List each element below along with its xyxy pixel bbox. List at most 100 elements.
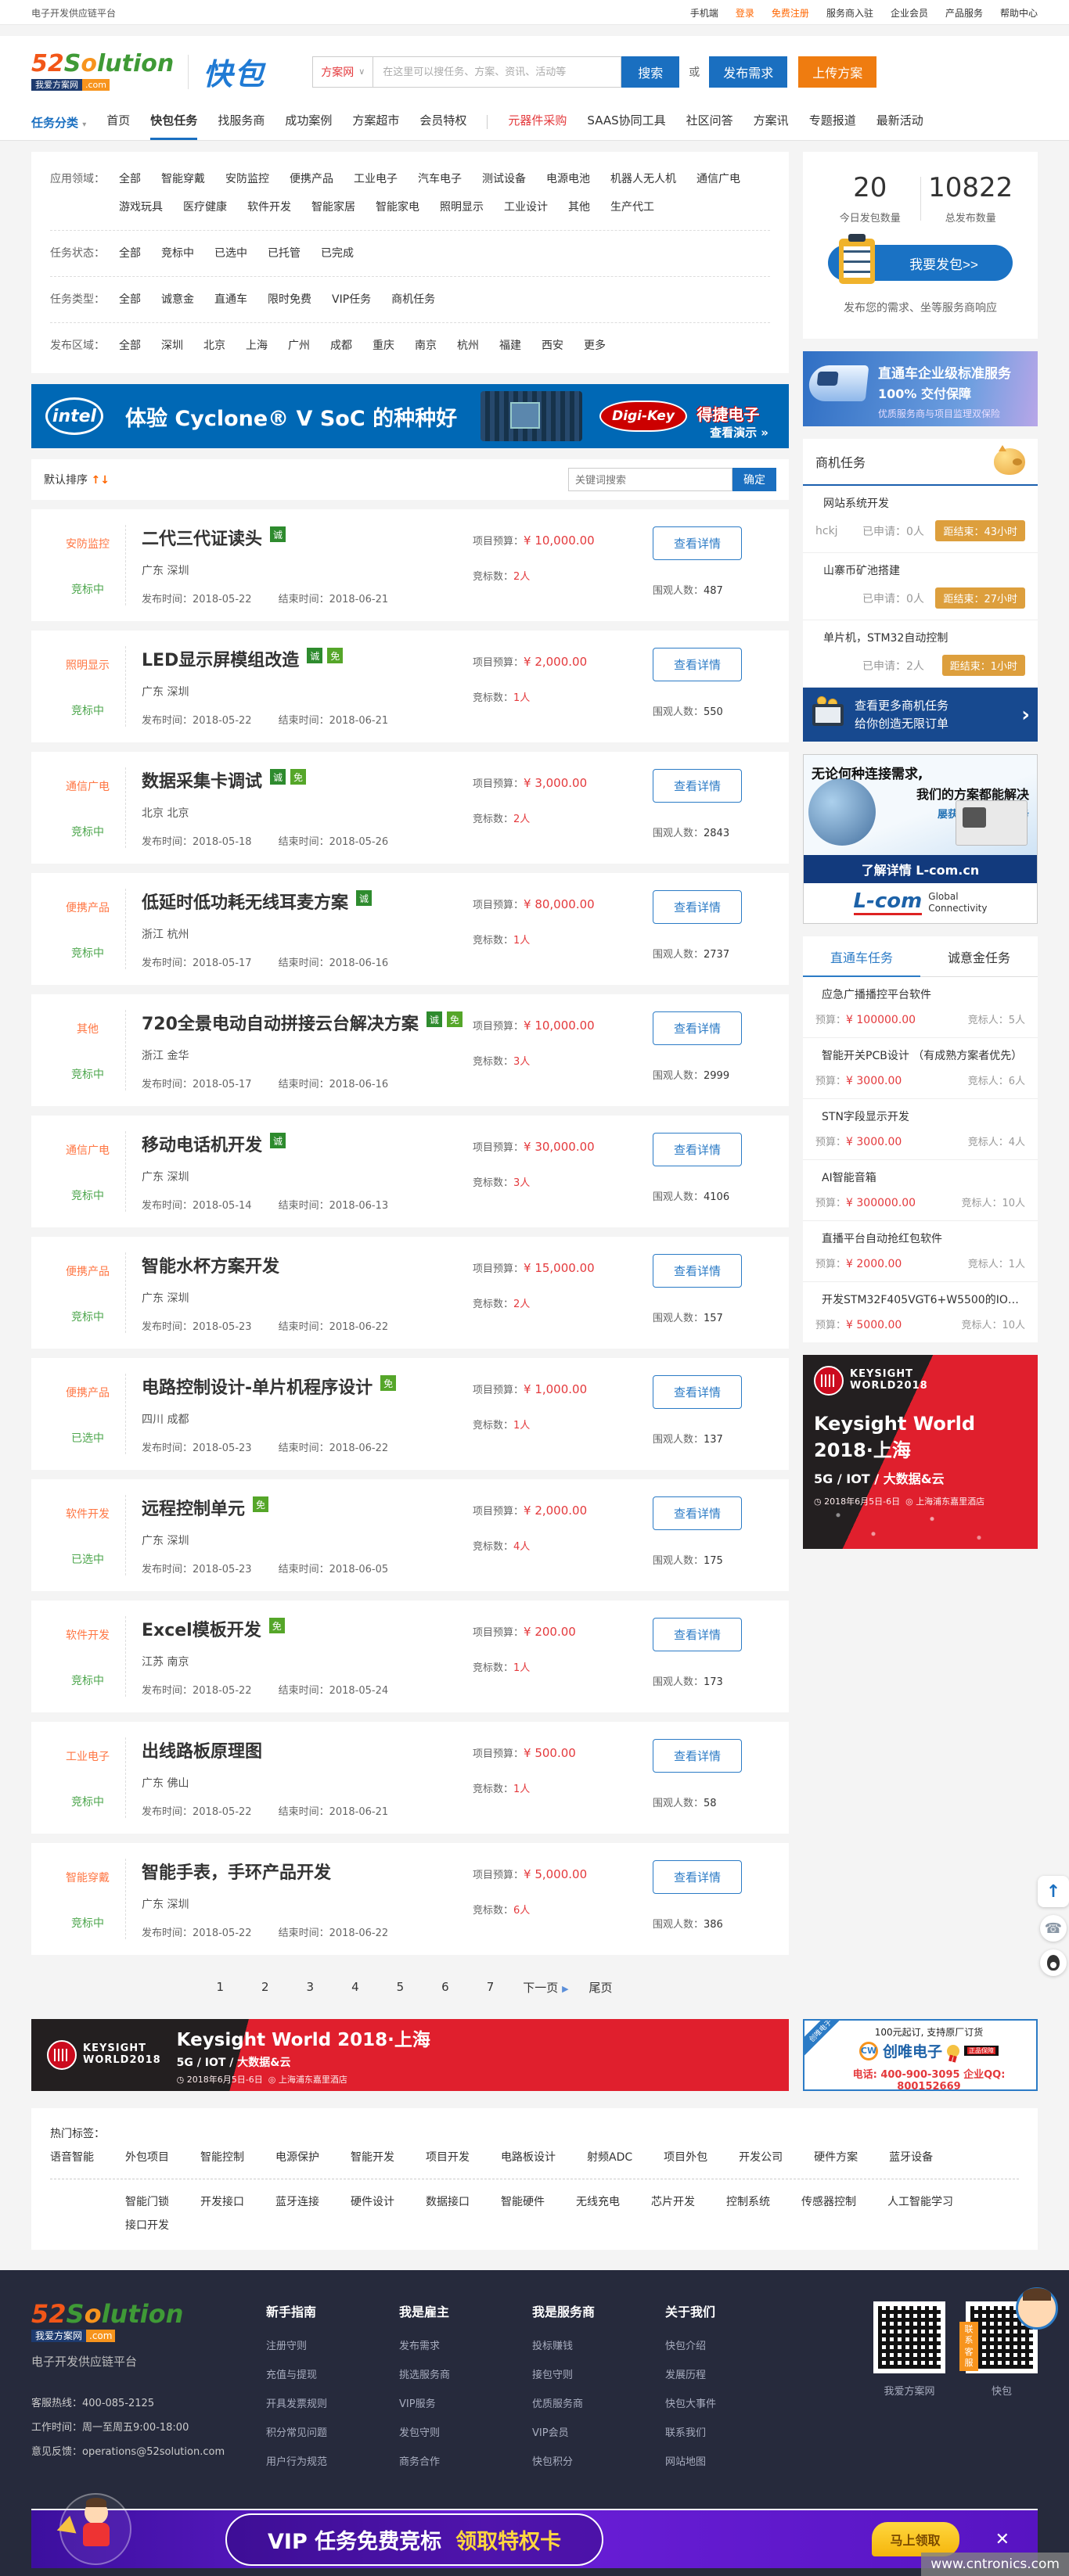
footer-link[interactable]: 用户行为规范 <box>266 2453 399 2468</box>
hot-tag[interactable]: 接口开发 <box>125 2217 169 2233</box>
task-title[interactable]: 720全景电动自动拼接云台解决方案 <box>142 1010 419 1035</box>
filter-option[interactable]: 全部 <box>119 243 141 264</box>
filter-option[interactable]: 深圳 <box>161 336 183 356</box>
hot-tag[interactable]: 电路板设计 <box>501 2149 556 2165</box>
tab-ztc-tasks[interactable]: 直通车任务 <box>803 936 920 977</box>
view-detail-button[interactable]: 查看详情 <box>653 1739 742 1773</box>
top-link[interactable]: 服务商入驻 <box>826 6 873 20</box>
search-button[interactable]: 搜索 <box>621 56 679 88</box>
biz-item-title[interactable]: 山寨币矿池搭建 <box>823 562 1025 578</box>
filter-option[interactable]: 已选中 <box>214 243 247 264</box>
task-title[interactable]: 移动电话机开发 <box>142 1131 262 1156</box>
filter-option[interactable]: 工业设计 <box>504 197 548 217</box>
footer-link[interactable]: 快包介绍 <box>665 2337 798 2352</box>
hot-tag[interactable]: 开发接口 <box>200 2193 244 2209</box>
claim-now-button[interactable]: 马上领取 <box>872 2522 959 2556</box>
upload-solution-button[interactable]: 上传方案 <box>798 56 876 88</box>
filter-option[interactable]: 全部 <box>119 336 141 356</box>
view-detail-button[interactable]: 查看详情 <box>653 890 742 924</box>
hot-tag[interactable]: 硬件方案 <box>814 2149 858 2165</box>
task-title[interactable]: 远程控制单元 <box>142 1495 245 1520</box>
keysight-bottom-banner[interactable]: KEYSIGHTWORLD2018 Keysight World 2018·上海… <box>31 2019 789 2091</box>
filter-option[interactable]: 上海 <box>246 336 268 356</box>
filter-option[interactable]: 智能穿戴 <box>161 169 205 189</box>
intel-demo-link[interactable]: 查看演示 » <box>710 424 768 440</box>
filter-option[interactable]: 其他 <box>568 197 590 217</box>
page-number[interactable]: 4 <box>343 1975 368 1999</box>
default-sort[interactable]: 默认排序 ↑↓ <box>44 472 110 487</box>
filter-option[interactable]: 已完成 <box>321 243 354 264</box>
hot-tag[interactable]: 智能硬件 <box>501 2193 545 2209</box>
last-page-button[interactable]: 尾页 <box>589 1979 613 1996</box>
task-title[interactable]: 数据采集卡调试 <box>142 767 262 792</box>
view-detail-button[interactable]: 查看详情 <box>653 1860 742 1894</box>
lcom-cta-bar[interactable]: 了解详情 L-com.cn <box>804 855 1037 883</box>
keysight-ad[interactable]: KEYSIGHTWORLD2018 Keysight World 2018·上海… <box>803 1355 1038 1549</box>
nav-item[interactable]: 社区问答 <box>686 104 733 140</box>
footer-link[interactable]: 积分常见问题 <box>266 2424 399 2439</box>
more-biz-tasks-banner[interactable]: 查看更多商机任务给你创造无限订单 › <box>803 688 1038 742</box>
footer-link[interactable]: 投标赚钱 <box>532 2337 665 2352</box>
page-number[interactable]: 5 <box>388 1975 413 1999</box>
view-detail-button[interactable]: 查看详情 <box>653 1133 742 1166</box>
nav-item[interactable]: 元器件采购 <box>508 104 567 140</box>
filter-option[interactable]: 医疗健康 <box>183 197 227 217</box>
filter-option[interactable]: 安防监控 <box>225 169 269 189</box>
biz-item-title[interactable]: 网站系统开发 <box>823 495 1025 511</box>
filter-option[interactable]: 西安 <box>542 336 563 356</box>
contact-service-badge[interactable]: 联系客服 <box>959 2322 978 2371</box>
filter-option[interactable]: 通信广电 <box>696 169 740 189</box>
view-detail-button[interactable]: 查看详情 <box>653 769 742 803</box>
view-detail-button[interactable]: 查看详情 <box>653 1496 742 1530</box>
footer-link[interactable]: 网站地图 <box>665 2453 798 2468</box>
footer-link[interactable]: 商务合作 <box>399 2453 532 2468</box>
task-title[interactable]: 智能水杯方案开发 <box>142 1252 279 1277</box>
phone-contact-button[interactable]: ☎ <box>1040 1915 1067 1942</box>
chuangwei-ad[interactable]: 创唯电子 100元起订, 支持原厂订货 CW 创唯电子 正品保障 电话: 400… <box>803 2019 1038 2091</box>
hot-tag[interactable]: 控制系统 <box>726 2193 770 2209</box>
hot-tag[interactable]: 外包项目 <box>125 2149 169 2165</box>
top-link[interactable]: 产品服务 <box>945 6 983 20</box>
hot-tag[interactable]: 无线充电 <box>576 2193 620 2209</box>
filter-option[interactable]: 已托管 <box>268 243 301 264</box>
hot-tag[interactable]: 传感器控制 <box>801 2193 856 2209</box>
nav-item[interactable]: 成功案例 <box>285 104 332 140</box>
back-to-top-button[interactable]: ↑ <box>1038 1876 1069 1907</box>
top-link[interactable]: 帮助中心 <box>1000 6 1038 20</box>
top-link[interactable]: 登录 <box>736 6 754 20</box>
nav-item[interactable]: 最新活动 <box>876 104 923 140</box>
nav-item[interactable]: 快包任务 <box>150 104 197 140</box>
top-link[interactable]: 企业会员 <box>891 6 928 20</box>
filter-option[interactable]: 全部 <box>119 289 141 310</box>
view-detail-button[interactable]: 查看详情 <box>653 1375 742 1409</box>
ztc-task-title[interactable]: 开发STM32F405VGT6+W5500的IO控... <box>822 1292 1025 1307</box>
hot-tag[interactable]: 智能开发 <box>351 2149 394 2165</box>
filter-option[interactable]: 工业电子 <box>354 169 398 189</box>
filter-option[interactable]: 北京 <box>203 336 225 356</box>
next-page-button[interactable]: 下一页 ▶ <box>523 1979 568 1996</box>
logo-52solution[interactable]: 52Solution 我爱方案网.com <box>31 52 174 91</box>
nav-item[interactable]: 方案超市 <box>352 104 399 140</box>
keyword-search-input[interactable] <box>568 468 732 491</box>
nav-item[interactable]: SAAS协同工具 <box>587 104 665 140</box>
filter-option[interactable]: 便携产品 <box>290 169 333 189</box>
footer-link[interactable]: 快包大事件 <box>665 2395 798 2410</box>
keyword-confirm-button[interactable]: 确定 <box>732 468 776 491</box>
filter-option[interactable]: 广州 <box>288 336 310 356</box>
filter-option[interactable]: 竞标中 <box>161 243 194 264</box>
tab-honesty-tasks[interactable]: 诚意金任务 <box>920 936 1038 977</box>
ztc-task-title[interactable]: STN字段显示开发 <box>822 1108 1025 1124</box>
filter-option[interactable]: 智能家电 <box>376 197 419 217</box>
task-title[interactable]: 二代三代证读头 <box>142 525 262 550</box>
page-number[interactable]: 2 <box>253 1975 278 1999</box>
nav-item[interactable] <box>487 115 488 129</box>
ztc-service-banner[interactable]: 直通车企业级标准服务 100% 交付保障 优质服务商与项目监理双保险 <box>803 351 1038 426</box>
view-detail-button[interactable]: 查看详情 <box>653 1254 742 1288</box>
task-title[interactable]: 电路控制设计-单片机程序设计 <box>142 1374 373 1399</box>
hot-tag[interactable]: 智能控制 <box>200 2149 244 2165</box>
hot-tag[interactable]: 数据接口 <box>426 2193 470 2209</box>
nav-item[interactable]: 找服务商 <box>218 104 265 140</box>
page-number[interactable]: 7 <box>478 1975 503 1999</box>
hot-tag[interactable]: 智能门锁 <box>125 2193 169 2209</box>
nav-item[interactable]: 专题报道 <box>809 104 856 140</box>
